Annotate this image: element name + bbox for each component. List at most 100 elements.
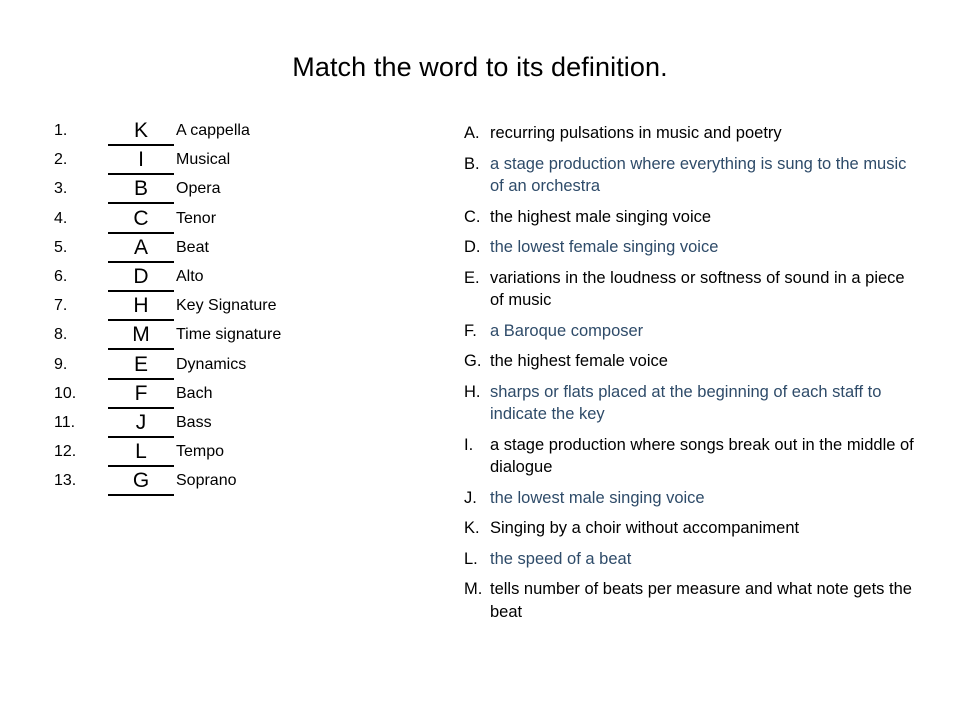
definition-letter: H. [464, 382, 481, 401]
word-row: 4. C Tenor [54, 206, 454, 235]
answer-blank[interactable]: A [108, 235, 174, 263]
answer-letter: A [133, 235, 148, 259]
word-row-number: 1. [54, 122, 68, 139]
word-term: Soprano [176, 472, 237, 490]
definition-list: A. recurring pulsations in music and poet… [464, 122, 916, 631]
word-row-number: 2. [54, 151, 68, 169]
definition-text: Singing by a choir without accompaniment [490, 519, 800, 537]
answer-blank[interactable]: C [108, 206, 174, 234]
answer-blank[interactable]: B [108, 176, 174, 205]
answer-letter: C [133, 206, 149, 230]
definition-text: tells number of beats per measure and wh… [490, 580, 912, 621]
word-row-number: 13. [54, 472, 77, 490]
word-term: Tenor [176, 209, 217, 227]
definition-row: M. tells number of beats per measure and … [464, 578, 916, 623]
definition-letter: M. [464, 580, 483, 598]
answer-blank[interactable]: K [108, 118, 174, 146]
answer-letter: K [133, 119, 148, 142]
word-term: A cappella [176, 122, 250, 139]
word-term: Key Signature [176, 297, 277, 315]
word-row-number: 3. [54, 180, 68, 198]
word-term: Beat [176, 238, 209, 256]
definition-row: B. a stage production where everything is… [464, 153, 916, 198]
word-row-number: 9. [54, 355, 68, 373]
answer-letter: I [138, 148, 144, 172]
definition-text: the highest female voice [490, 352, 668, 370]
word-term: Tempo [176, 443, 225, 461]
definition-letter: I. [464, 435, 474, 454]
word-row: 5. A Beat [54, 235, 454, 264]
definition-letter: K. [464, 519, 480, 537]
page-title: Match the word to its definition. [292, 52, 668, 82]
definition-row: L. the speed of a beat [464, 548, 916, 571]
word-term-list: 1. K A cappella 2. I Musical 3. B Opera 4. C Tenor 5… [54, 118, 454, 497]
word-row: 1. K A cappella [54, 118, 454, 147]
word-term: Opera [176, 180, 221, 198]
answer-blank[interactable]: I [108, 147, 174, 176]
answer-blank[interactable]: D [108, 264, 174, 292]
word-row: 11. J Bass [54, 410, 454, 439]
definition-text: a Baroque composer [490, 321, 644, 340]
word-row: 3. B Opera [54, 176, 454, 205]
definition-row: C. the highest male singing voice [464, 206, 916, 229]
definition-letter: G. [464, 352, 482, 370]
word-term: Time signature [176, 326, 282, 344]
word-row-number: 4. [54, 209, 68, 227]
answer-letter: G [132, 469, 150, 493]
word-row-number: 7. [54, 297, 68, 315]
word-term: Musical [176, 151, 231, 169]
word-row-number: 11. [54, 413, 76, 431]
slide-canvas: Match the word to its definition. 1. K A c… [0, 0, 960, 720]
word-row-number: 5. [54, 238, 68, 256]
word-term: Bach [176, 384, 213, 402]
answer-letter: L [135, 440, 147, 464]
definition-row: K. Singing by a choir without accompanime… [464, 517, 916, 540]
definition-row: D. the lowest female singing voice [464, 236, 916, 259]
word-row-number: 6. [54, 267, 68, 285]
answer-letter: J [135, 410, 147, 434]
answer-letter: E [133, 352, 148, 376]
definition-text: recurring pulsations in music and poetry [490, 124, 782, 142]
definition-row: G. the highest female voice [464, 350, 916, 373]
definition-row: I. a stage production where songs break o… [464, 434, 916, 479]
answer-blank[interactable]: M [108, 322, 174, 351]
answer-blank[interactable]: G [108, 468, 174, 497]
word-row: 6. D Alto [54, 264, 454, 293]
word-row: 10. F Bach [54, 381, 454, 410]
word-row: 13. G Soprano [54, 468, 454, 497]
answer-letter: B [133, 177, 148, 201]
answer-blank[interactable]: J [108, 410, 174, 438]
word-row: 7. H Key Signature [54, 293, 454, 322]
definition-letter: D. [464, 238, 481, 256]
definition-text: a stage production where everything is s… [490, 154, 907, 196]
word-term: Bass [176, 413, 212, 431]
word-row-number: 8. [54, 326, 68, 344]
word-row: 12. L Tempo [54, 439, 454, 468]
definition-row: E. variations in the loudness or softness… [464, 267, 916, 312]
definition-text: the lowest male singing voice [490, 488, 705, 507]
word-row-number: 10. [54, 384, 77, 402]
word-row: 2. I Musical [54, 147, 454, 176]
definition-letter: F. [464, 321, 477, 340]
answer-letter: F [134, 381, 148, 405]
definition-text: variations in the loudness or softness o… [490, 268, 905, 310]
definition-letter: B. [464, 154, 480, 173]
definition-text: sharps or flats placed at the beginning … [490, 382, 882, 424]
answer-letter: D [133, 264, 149, 288]
answer-blank[interactable]: F [108, 381, 174, 409]
answer-letter: H [133, 294, 149, 318]
definition-row: H. sharps or flats placed at the beginnin… [464, 381, 916, 426]
answer-blank[interactable]: L [108, 439, 174, 468]
definition-row: A. recurring pulsations in music and poet… [464, 122, 916, 145]
definition-letter: C. [464, 207, 481, 226]
definition-row: J. the lowest male singing voice [464, 487, 916, 510]
answer-blank[interactable]: E [108, 352, 174, 380]
word-row: 9. E Dynamics [54, 352, 454, 381]
answer-letter: M [132, 323, 150, 347]
definition-letter: A. [464, 124, 480, 142]
word-term: Dynamics [176, 355, 247, 373]
definition-letter: J. [464, 488, 477, 507]
definition-text: the lowest female singing voice [490, 238, 719, 256]
word-term: Alto [176, 267, 204, 285]
answer-blank[interactable]: H [108, 293, 174, 322]
